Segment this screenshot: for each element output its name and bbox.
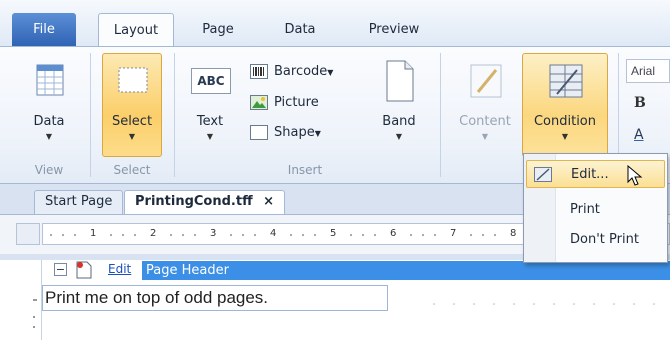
tab-printingcond-label: PrintingCond.tff <box>135 194 253 209</box>
chevron-down-icon: ▼ <box>206 132 214 141</box>
font-name-value: Arial <box>631 64 656 78</box>
ruler-mark: 4 <box>270 228 277 239</box>
font-name-box[interactable]: Arial <box>626 59 670 83</box>
tab-start-page[interactable]: Start Page <box>34 190 124 214</box>
barcode-icon <box>250 64 268 79</box>
menu-item-edit-label: Edit... <box>571 167 609 182</box>
condition-table-icon <box>549 64 583 98</box>
group-divider <box>90 53 91 177</box>
condition-button[interactable]: Condition ▼ <box>522 53 608 157</box>
band-title-page-header[interactable]: Page Header <box>142 261 670 280</box>
condition-dropdown-menu: Edit... Print Don't Print <box>523 153 668 263</box>
band-header-row: − Edit Page Header <box>42 260 670 281</box>
ruler-mark: 1 <box>90 228 97 239</box>
bold-icon: B <box>634 95 646 111</box>
tab-preview[interactable]: Preview <box>356 13 432 46</box>
band-page-icon <box>76 261 92 279</box>
chevron-down-icon: ▼ <box>481 132 489 141</box>
tab-start-page-label: Start Page <box>45 194 113 209</box>
group-divider <box>440 53 441 177</box>
band-page-icon <box>386 60 414 102</box>
close-icon[interactable]: × <box>263 194 274 209</box>
picture-icon <box>250 95 268 110</box>
font-color-icon: A <box>634 127 644 143</box>
picture-label: Picture <box>274 95 319 110</box>
group-divider <box>174 53 175 177</box>
shape-button[interactable]: Shape▼ <box>250 122 360 144</box>
picture-button[interactable]: Picture <box>250 92 360 114</box>
content-button-label: Content <box>459 114 511 129</box>
text-field-print-odd[interactable]: Print me on top of odd pages. <box>42 285 388 311</box>
data-grid-icon <box>36 64 64 96</box>
ribbon-tab-strip: File Layout Page Data Preview <box>0 0 670 47</box>
text-button[interactable]: ABC Text ▼ <box>184 53 236 157</box>
menu-item-edit[interactable]: Edit... <box>526 160 665 188</box>
ruler-mark: 2 <box>150 228 157 239</box>
menu-item-dont-print[interactable]: Don't Print <box>526 226 665 254</box>
band-button[interactable]: Band ▼ <box>372 53 426 157</box>
group-label-select: Select <box>113 163 151 177</box>
group-label-insert: Insert <box>287 163 323 177</box>
ruler-mark: 7 <box>450 228 457 239</box>
selection-rectangle-icon <box>118 67 148 93</box>
tab-file[interactable]: File <box>12 13 76 46</box>
menu-item-print-label: Print <box>570 202 600 217</box>
barcode-button[interactable]: Barcode▼ <box>250 61 360 83</box>
data-button-label: Data <box>33 114 65 129</box>
tab-page[interactable]: Page <box>188 13 248 46</box>
tab-data[interactable]: Data <box>270 13 330 46</box>
tab-layout[interactable]: Layout <box>98 13 174 47</box>
band-button-label: Band <box>382 114 416 129</box>
group-label-view: View <box>34 163 64 177</box>
chevron-down-icon: ▼ <box>314 129 321 138</box>
data-button[interactable]: Data ▼ <box>22 53 76 157</box>
chevron-down-icon: ▼ <box>395 132 403 141</box>
edit-condition-icon <box>534 167 552 182</box>
content-pencil-icon <box>470 64 502 98</box>
chevron-down-icon: ▼ <box>128 132 136 141</box>
vertical-ruler <box>0 260 42 340</box>
collapse-toggle[interactable]: − <box>54 263 67 276</box>
menu-item-dont-print-label: Don't Print <box>570 232 639 247</box>
content-button[interactable]: Content ▼ <box>452 53 518 157</box>
select-button-label: Select <box>111 114 153 129</box>
condition-button-label: Condition <box>533 114 597 129</box>
menu-item-print[interactable]: Print <box>526 196 665 224</box>
shape-label: Shape <box>274 125 315 140</box>
ruler-mark: 3 <box>210 228 217 239</box>
font-color-button[interactable]: A <box>634 127 644 143</box>
ruler-corner[interactable] <box>16 223 40 245</box>
chevron-down-icon: ▼ <box>45 132 53 141</box>
mouse-cursor-icon <box>627 165 643 186</box>
band-edit-link[interactable]: Edit <box>108 262 131 276</box>
text-button-label: Text <box>196 114 224 129</box>
chevron-down-icon: ▼ <box>327 68 334 77</box>
tab-printingcond[interactable]: PrintingCond.tff × <box>124 190 286 214</box>
select-button[interactable]: Select ▼ <box>102 53 162 157</box>
ruler-mark: 8 <box>510 228 517 239</box>
bold-button[interactable]: B <box>634 95 646 111</box>
page-header-content: Print me on top of odd pages. <box>42 281 670 340</box>
dotted-grid <box>433 303 655 305</box>
shape-icon <box>250 125 268 140</box>
ruler-mark: 6 <box>390 228 397 239</box>
barcode-label: Barcode <box>274 64 328 79</box>
text-abc-icon: ABC <box>191 68 231 94</box>
chevron-down-icon: ▼ <box>561 132 569 141</box>
vertical-ruler-ticks <box>33 299 37 328</box>
ruler-mark: 5 <box>330 228 337 239</box>
